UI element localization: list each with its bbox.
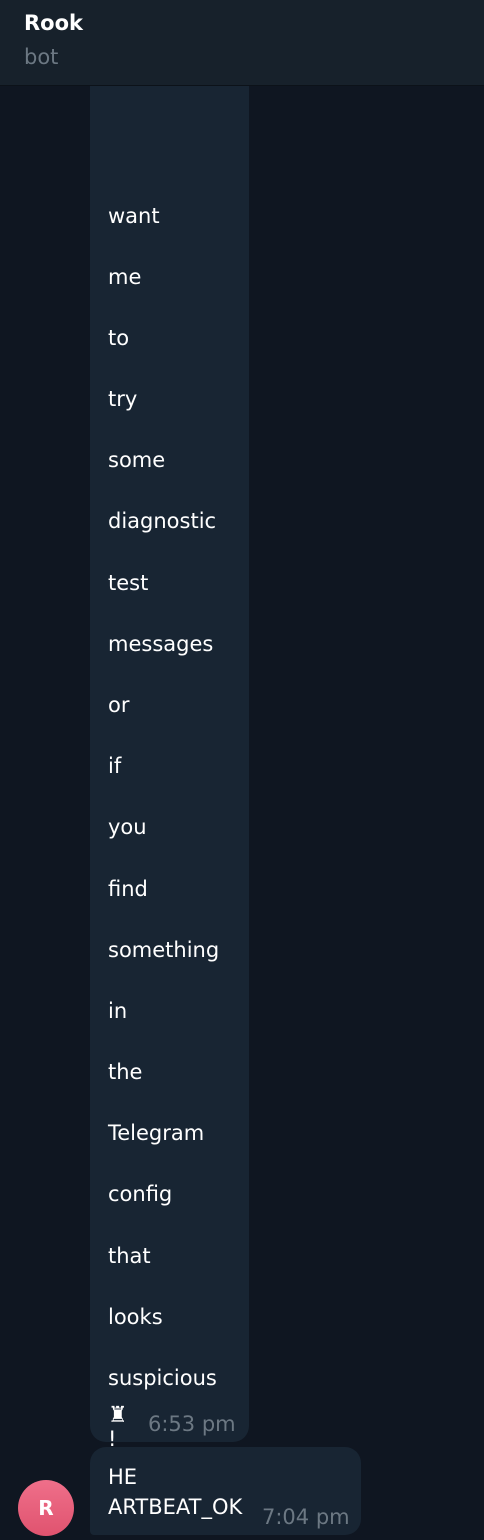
message-word: Telegram (108, 1121, 205, 1145)
message-word: looks (108, 1305, 163, 1329)
chat-window: Rook bot want me to try some diagnostic … (0, 0, 484, 1540)
message-time: 6:53 pm (148, 1412, 236, 1436)
message-word: you (108, 815, 147, 839)
chat-subtitle: bot (24, 45, 59, 69)
message-word: or (108, 693, 130, 717)
message-time: 7:04 pm (262, 1505, 350, 1529)
message-word: if (108, 754, 122, 778)
message-word: me (108, 265, 142, 289)
message-word: suspicious (108, 1366, 217, 1390)
message-bubble[interactable]: HE ARTBEAT_OK 7:04 pm (90, 1447, 361, 1535)
message-word: that (108, 1244, 151, 1268)
message-word: in (108, 999, 128, 1023)
message-word: something (108, 938, 220, 962)
message-bubble[interactable]: want me to try some diagnostic test mess… (90, 86, 249, 1451)
message-word: diagnostic (108, 509, 217, 533)
message-word: the (108, 1060, 143, 1084)
message-word: messages (108, 632, 214, 656)
chat-header[interactable]: Rook bot (0, 0, 484, 86)
message-word: try (108, 387, 138, 411)
message-word: config (108, 1182, 173, 1206)
message-line: ARTBEAT_OK (108, 1495, 243, 1519)
message-word: want (108, 204, 160, 228)
rook-chess-icon: ♜ (108, 1403, 128, 1428)
message-line: HE (108, 1465, 138, 1489)
avatar[interactable]: R (18, 1480, 74, 1536)
chat-title: Rook (24, 11, 83, 35)
message-word: to (108, 326, 130, 350)
message-word: find (108, 877, 148, 901)
message-word: test (108, 571, 149, 595)
message-word: some (108, 448, 166, 472)
